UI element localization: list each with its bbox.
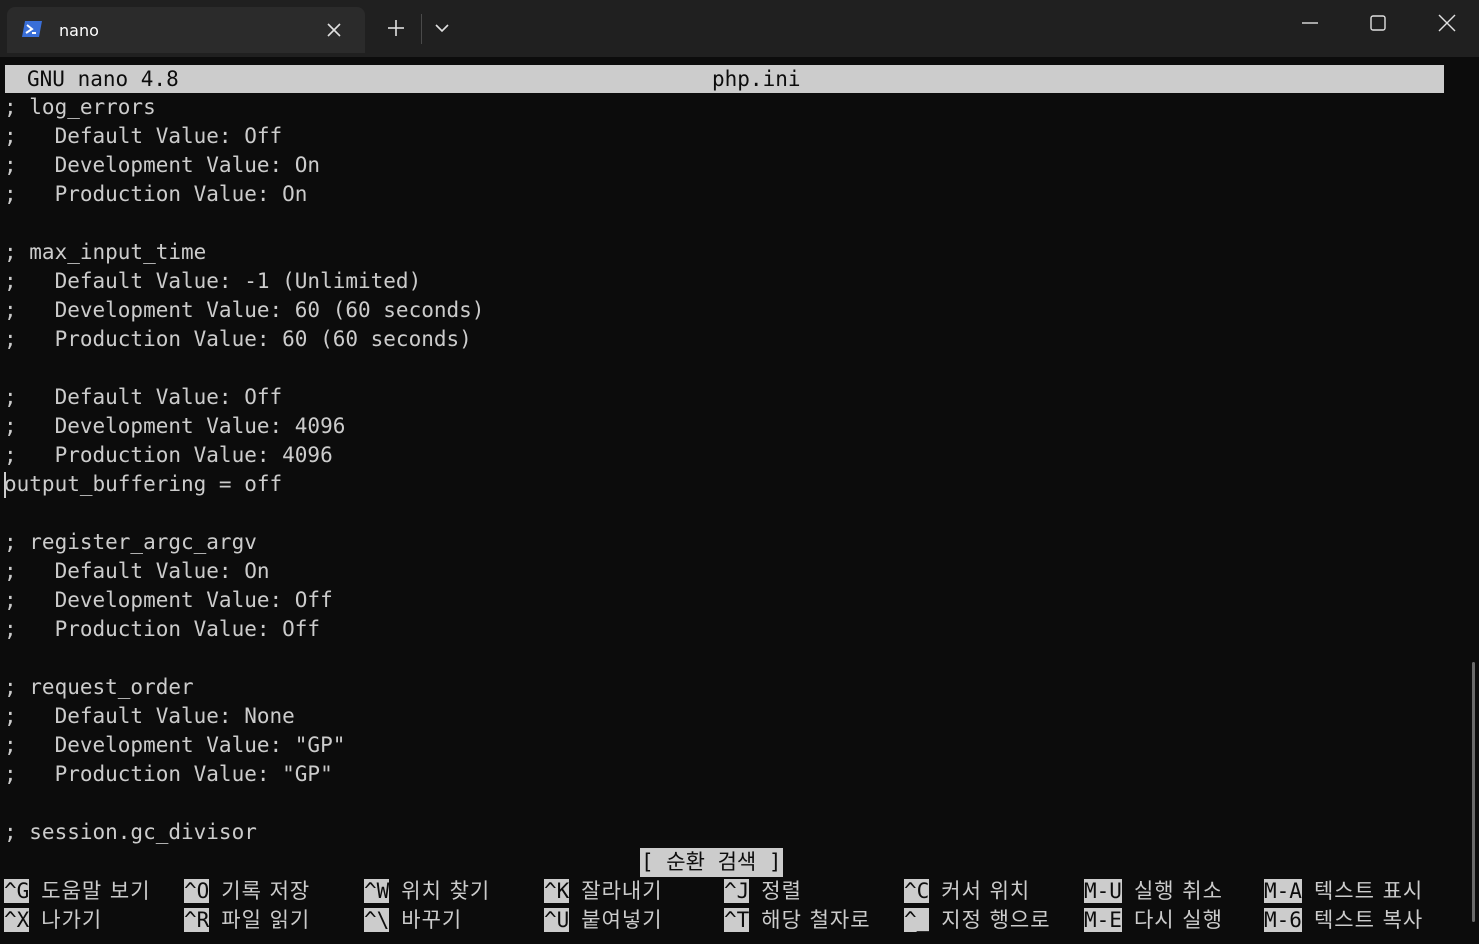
shortcut-key: ^G	[4, 879, 30, 903]
text-cursor	[4, 472, 6, 498]
shortcut-help[interactable]: ^G 도움말 보기	[4, 877, 151, 906]
terminal-area[interactable]: GNU nano 4.8 php.ini ; log_errors ; Defa…	[0, 57, 1479, 944]
maximize-icon[interactable]	[1365, 10, 1391, 36]
shortcut-key: M-U	[1084, 879, 1122, 903]
shortcut-mark-text[interactable]: M-A 텍스트 표시	[1264, 877, 1423, 906]
shortcut-redo[interactable]: M-E 다시 실행	[1084, 906, 1223, 935]
window-close-icon[interactable]	[1434, 10, 1460, 36]
shortcut-exit[interactable]: ^X 나가기	[4, 906, 102, 935]
text-line: ; Development Value: Off	[4, 588, 333, 612]
text-line: ; session.gc_divisor	[4, 820, 257, 844]
shortcut-label: 지정 행으로	[941, 908, 1051, 932]
shortcut-bar: ^G 도움말 보기 ^O 기록 저장 ^W 위치 찾기 ^K 잘라내기 ^J 정렬 ^C 커…	[4, 877, 1464, 935]
text-line: ; Default Value: -1 (Unlimited)	[4, 269, 422, 293]
shortcut-label: 텍스트 복사	[1313, 908, 1424, 932]
shortcut-key: M-A	[1264, 879, 1302, 903]
shortcut-read-file[interactable]: ^R 파일 읽기	[184, 906, 310, 935]
status-message: [ 순환 검색 ]	[640, 848, 783, 877]
shortcut-cursor-pos[interactable]: ^C 커서 위치	[904, 877, 1030, 906]
shortcut-label: 해당 철자로	[761, 908, 871, 932]
shortcut-label: 파일 읽기	[221, 908, 311, 932]
tab-separator	[421, 14, 422, 44]
tab-title: nano	[59, 21, 99, 40]
text-line: ; Default Value: Off	[4, 124, 283, 148]
chevron-down-icon[interactable]	[432, 18, 452, 38]
text-line: ; Default Value: Off	[4, 385, 283, 409]
shortcut-key: ^X	[4, 908, 30, 932]
shortcut-go-to-line[interactable]: ^_ 지정 행으로	[904, 906, 1051, 935]
shortcut-label: 커서 위치	[941, 879, 1031, 903]
close-icon[interactable]	[323, 19, 345, 41]
text-line	[4, 354, 1444, 383]
shortcut-undo[interactable]: M-U 실행 취소	[1084, 877, 1223, 906]
shortcut-key: ^O	[184, 879, 210, 903]
shortcut-key: ^C	[904, 879, 930, 903]
shortcut-replace[interactable]: ^\ 바꾸기	[364, 906, 462, 935]
shortcut-label: 텍스트 표시	[1313, 879, 1424, 903]
text-line	[4, 209, 1444, 238]
shortcut-justify[interactable]: ^J 정렬	[724, 877, 802, 906]
text-line	[4, 499, 1444, 528]
title-bar: nano	[0, 0, 1479, 57]
shortcut-label: 잘라내기	[581, 879, 663, 903]
shortcut-label: 붙여넣기	[581, 908, 663, 932]
shortcut-label: 위치 찾기	[401, 879, 491, 903]
shortcut-key: ^\	[364, 908, 390, 932]
shortcut-paste[interactable]: ^U 붙여넣기	[544, 906, 663, 935]
shortcut-cut[interactable]: ^K 잘라내기	[544, 877, 663, 906]
file-name: php.ini	[712, 67, 801, 91]
text-line: output_buffering = off	[4, 472, 283, 496]
text-line: ; Production Value: On	[4, 182, 308, 206]
minimize-icon[interactable]	[1297, 10, 1323, 36]
text-line: ; Default Value: None	[4, 704, 295, 728]
shortcut-key: ^W	[364, 879, 390, 903]
nano-header-bar: GNU nano 4.8 php.ini	[5, 65, 1444, 93]
text-line	[4, 789, 1444, 818]
shortcut-key: M-6	[1264, 908, 1302, 932]
shortcut-where-is[interactable]: ^W 위치 찾기	[364, 877, 490, 906]
text-line: ; Production Value: Off	[4, 617, 321, 641]
shortcut-key: ^K	[544, 879, 570, 903]
shortcut-key: ^R	[184, 908, 210, 932]
text-line: ; register_argc_argv	[4, 530, 257, 554]
shortcut-label: 나가기	[41, 908, 103, 932]
shortcut-key: ^T	[724, 908, 750, 932]
shortcut-write-out[interactable]: ^O 기록 저장	[184, 877, 310, 906]
editor-text[interactable]: ; log_errors ; Default Value: Off ; Deve…	[4, 93, 1444, 847]
shortcut-copy-text[interactable]: M-6 텍스트 복사	[1264, 906, 1423, 935]
text-line	[4, 644, 1444, 673]
shortcut-label: 정렬	[761, 879, 802, 903]
text-line: ; Development Value: "GP"	[4, 733, 346, 757]
shortcut-label: 다시 실행	[1133, 908, 1223, 932]
nano-version: GNU nano 4.8	[27, 67, 179, 91]
text-line: ; log_errors	[4, 95, 156, 119]
text-line: ; Development Value: On	[4, 153, 321, 177]
shortcut-label: 바꾸기	[401, 908, 463, 932]
tab-nano[interactable]: nano	[7, 7, 365, 53]
new-tab-plus-icon[interactable]	[384, 16, 408, 40]
powershell-icon	[22, 21, 42, 37]
shortcut-label: 도움말 보기	[41, 879, 151, 903]
shortcut-key: ^_	[904, 908, 930, 932]
scrollbar[interactable]	[1472, 662, 1475, 922]
shortcut-key: ^J	[724, 879, 750, 903]
text-line: ; Development Value: 4096	[4, 414, 346, 438]
shortcut-key: ^U	[544, 908, 570, 932]
text-line: ; request_order	[4, 675, 194, 699]
shortcut-key: M-E	[1084, 908, 1122, 932]
shortcut-label: 실행 취소	[1133, 879, 1223, 903]
text-line: ; Default Value: On	[4, 559, 270, 583]
shortcut-label: 기록 저장	[221, 879, 311, 903]
text-line: ; Production Value: 60 (60 seconds)	[4, 327, 472, 351]
text-line: ; max_input_time	[4, 240, 207, 264]
text-line: ; Development Value: 60 (60 seconds)	[4, 298, 485, 322]
text-line: ; Production Value: 4096	[4, 443, 333, 467]
text-line: ; Production Value: "GP"	[4, 762, 333, 786]
shortcut-spell[interactable]: ^T 해당 철자로	[724, 906, 871, 935]
